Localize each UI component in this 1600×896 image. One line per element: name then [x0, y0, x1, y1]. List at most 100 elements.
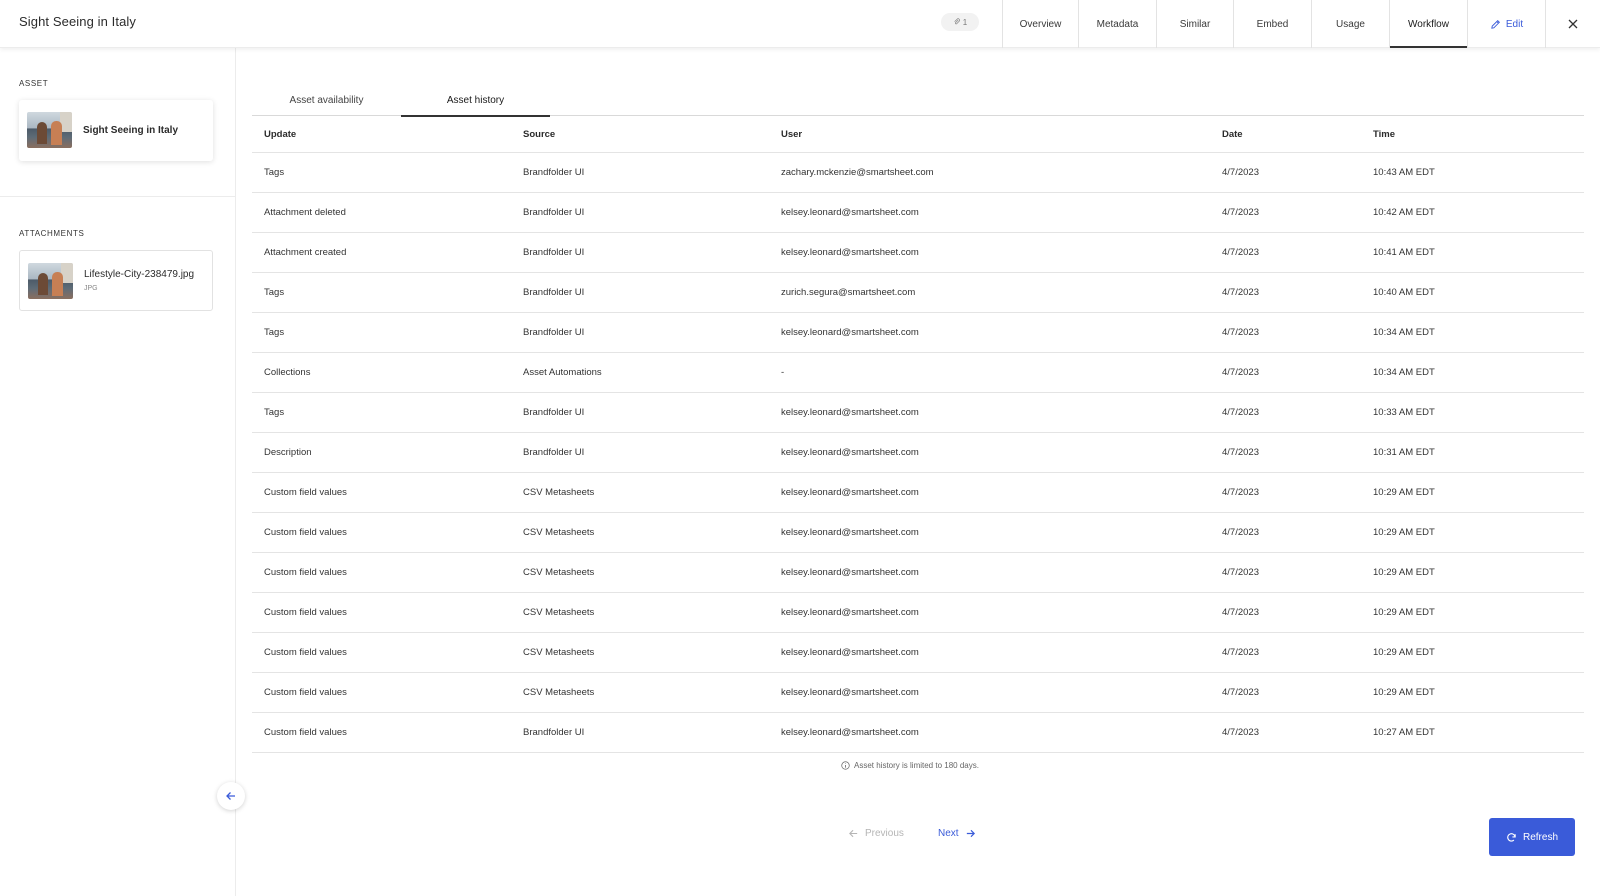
table-header: Update Source User Date Time [252, 116, 1584, 153]
cell-date: 4/7/2023 [1222, 487, 1259, 498]
cell-time: 10:40 AM EDT [1373, 287, 1435, 298]
refresh-button[interactable]: Refresh [1489, 818, 1575, 856]
cell-date: 4/7/2023 [1222, 287, 1259, 298]
cell-source: CSV Metasheets [523, 647, 595, 658]
cell-time: 10:34 AM EDT [1373, 367, 1435, 378]
refresh-label: Refresh [1522, 831, 1558, 843]
table-row: Collections Asset Automations - 4/7/2023 10:… [252, 353, 1584, 393]
cell-user: kelsey.leonard@smartsheet.com [781, 647, 919, 658]
cell-update: Tags [264, 167, 285, 178]
attachment-card[interactable]: Lifestyle-City-238479.jpg JPG [19, 250, 213, 311]
asset-card-name: Sight Seeing in Italy [83, 125, 179, 136]
asset-thumbnail [27, 112, 72, 148]
asset-card[interactable]: Sight Seeing in Italy [19, 100, 213, 161]
sidebar: ASSET Sight Seeing in Italy ATTACHMENTS … [0, 48, 236, 896]
cell-date: 4/7/2023 [1222, 567, 1259, 578]
table-row: Custom field values CSV Metasheets kelsey.… [252, 673, 1584, 713]
cell-date: 4/7/2023 [1222, 727, 1259, 738]
column-header-user: User [781, 128, 803, 140]
next-page-button[interactable]: Next [938, 828, 976, 839]
cell-user: kelsey.leonard@smartsheet.com [781, 607, 919, 618]
cell-time: 10:29 AM EDT [1373, 527, 1435, 538]
nav-overview[interactable]: Overview [1002, 0, 1078, 48]
tab-label: Asset history [446, 94, 505, 106]
tab-asset-history[interactable]: Asset history [401, 84, 550, 117]
cell-date: 4/7/2023 [1222, 207, 1259, 218]
cell-time: 10:43 AM EDT [1373, 167, 1435, 178]
tab-label: Asset availability [289, 94, 364, 106]
column-header-source: Source [523, 128, 556, 140]
attachment-thumbnail [28, 263, 73, 299]
cell-time: 10:29 AM EDT [1373, 567, 1435, 578]
cell-update: Custom field values [264, 527, 347, 538]
close-button[interactable] [1545, 0, 1600, 48]
previous-page-button[interactable]: Previous [848, 828, 904, 839]
table-row: Tags Brandfolder UI kelsey.leonard@smartsh… [252, 313, 1584, 353]
attachment-count-badge: 1 [941, 13, 979, 31]
tab-asset-availability[interactable]: Asset availability [252, 84, 401, 116]
cell-date: 4/7/2023 [1222, 367, 1259, 378]
nav-metadata[interactable]: Metadata [1078, 0, 1156, 48]
cell-update: Custom field values [264, 687, 347, 698]
table-row: Attachment created Brandfolder UI kelsey.l… [252, 233, 1584, 273]
cell-user: kelsey.leonard@smartsheet.com [781, 567, 919, 578]
cell-update: Attachment deleted [264, 207, 346, 218]
column-header-update: Update [264, 128, 297, 140]
table-row: Custom field values CSV Metasheets kelsey.… [252, 553, 1584, 593]
cell-update: Attachment created [264, 247, 347, 258]
arrow-right-icon [966, 829, 975, 838]
cell-source: CSV Metasheets [523, 687, 595, 698]
close-icon [1568, 19, 1578, 29]
next-label: Next [938, 828, 959, 839]
cell-update: Custom field values [264, 607, 347, 618]
cell-time: 10:33 AM EDT [1373, 407, 1435, 418]
table-row: Custom field values CSV Metasheets kelsey.… [252, 473, 1584, 513]
cell-date: 4/7/2023 [1222, 327, 1259, 338]
cell-update: Tags [264, 327, 285, 338]
cell-update: Custom field values [264, 727, 347, 738]
table-row: Attachment deleted Brandfolder UI kelsey.l… [252, 193, 1584, 233]
table-row: Tags Brandfolder UI zachary.mckenzie@smart… [252, 153, 1584, 193]
arrow-left-icon [849, 829, 858, 838]
cell-source: CSV Metasheets [523, 527, 595, 538]
cell-time: 10:27 AM EDT [1373, 727, 1435, 738]
cell-time: 10:34 AM EDT [1373, 327, 1435, 338]
cell-time: 10:31 AM EDT [1373, 447, 1435, 458]
cell-date: 4/7/2023 [1222, 527, 1259, 538]
nav-usage[interactable]: Usage [1311, 0, 1389, 48]
nav-label: Metadata [1096, 18, 1139, 30]
cell-user: zachary.mckenzie@smartsheet.com [781, 167, 934, 178]
cell-source: Brandfolder UI [523, 207, 585, 218]
cell-update: Collections [264, 367, 311, 378]
collapse-sidebar-button[interactable] [217, 782, 245, 810]
cell-source: Brandfolder UI [523, 247, 585, 258]
table-row: Custom field values CSV Metasheets kelsey.… [252, 593, 1584, 633]
cell-date: 4/7/2023 [1222, 447, 1259, 458]
attachment-name: Lifestyle-City-238479.jpg [84, 269, 195, 280]
asset-section-label: ASSET [19, 79, 49, 88]
table-row: Tags Brandfolder UI zurich.segura@smartshe… [252, 273, 1584, 313]
nav-embed[interactable]: Embed [1233, 0, 1311, 48]
cell-source: CSV Metasheets [523, 487, 595, 498]
edit-label: Edit [1505, 18, 1524, 30]
nav-similar[interactable]: Similar [1156, 0, 1233, 48]
previous-label: Previous [865, 828, 904, 839]
cell-update: Custom field values [264, 567, 347, 578]
table-row: Custom field values CSV Metasheets kelsey.… [252, 513, 1584, 553]
paperclip-icon [954, 18, 960, 25]
cell-user: kelsey.leonard@smartsheet.com [781, 727, 919, 738]
sidebar-divider [0, 196, 235, 197]
cell-update: Custom field values [264, 487, 347, 498]
table-row: Custom field values Brandfolder UI kelsey.… [252, 713, 1584, 753]
history-limit-note: Asset history is limited to 180 days. [841, 761, 979, 770]
arrow-left-icon [226, 792, 235, 800]
cell-user: kelsey.leonard@smartsheet.com [781, 487, 919, 498]
cell-source: Brandfolder UI [523, 407, 585, 418]
cell-source: Asset Automations [523, 367, 602, 378]
table-row: Description Brandfolder UI kelsey.leonard@… [252, 433, 1584, 473]
edit-button[interactable]: Edit [1467, 0, 1545, 48]
cell-date: 4/7/2023 [1222, 407, 1259, 418]
cell-date: 4/7/2023 [1222, 647, 1259, 658]
nav-workflow[interactable]: Workflow [1389, 0, 1467, 48]
workflow-tabs: Asset availability Asset history [252, 84, 1584, 117]
